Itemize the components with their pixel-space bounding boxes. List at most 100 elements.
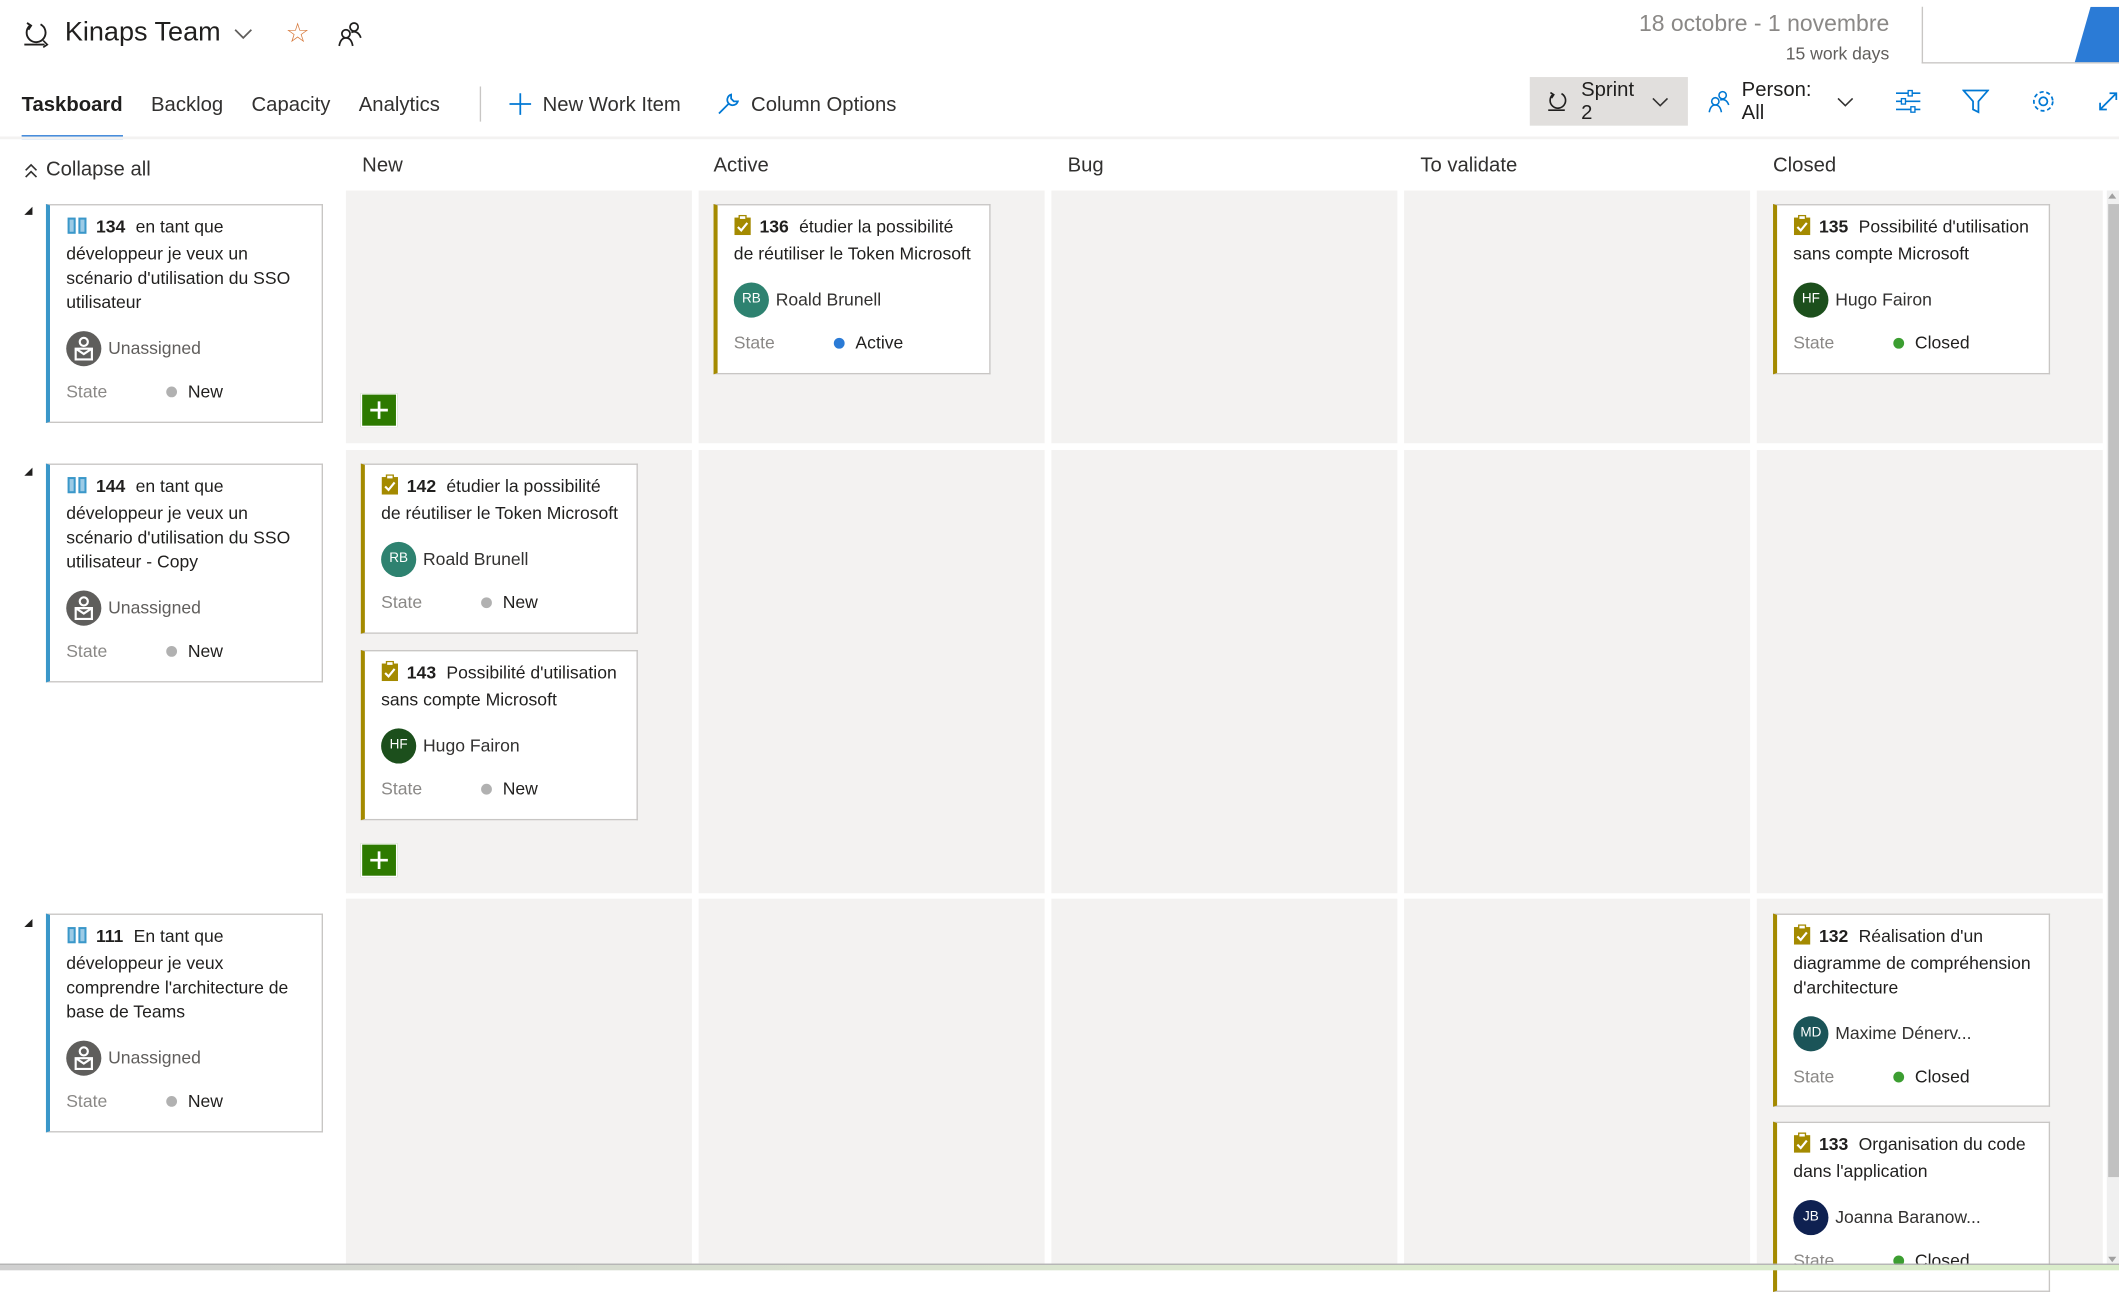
tab-taskboard[interactable]: Taskboard [21,89,123,139]
assignee[interactable]: Unassigned [66,1040,308,1076]
cell-row2-active [698,450,1045,894]
column-options-button[interactable]: Column Options [716,92,896,116]
state-label: State [1793,1066,1835,1087]
task-card[interactable]: 132 Réalisation d'un diagramme de compré… [1773,913,2051,1107]
state-new-dot-icon [166,1095,178,1107]
task-card[interactable]: 143 Possibilité d'utilisation sans compt… [360,650,638,821]
story-card[interactable]: 111 En tant que développeur je veux comp… [45,913,323,1133]
tab-analytics[interactable]: Analytics [359,89,440,120]
column-header-closed: Closed [1773,154,1837,178]
horizontal-scrollbar[interactable] [0,1263,2119,1271]
story-card[interactable]: 134 en tant que développeur je veux un s… [45,204,323,423]
add-task-button[interactable] [360,393,398,428]
sprint-label: Sprint 2 [1581,78,1635,125]
team-members-icon[interactable] [337,20,364,47]
chevron-down-icon[interactable] [234,26,253,40]
work-item-id: 136 [759,216,789,237]
filter-icon[interactable] [1962,89,1990,114]
work-item-id: 111 [95,925,124,946]
cell-row1-new [345,190,692,444]
unassigned-avatar-icon [66,331,102,367]
user-story-book-icon [66,476,88,502]
assignee[interactable]: RB Roald Brunell [733,282,976,318]
state-new-dot-icon [481,783,492,795]
state-field[interactable]: State New [66,639,308,663]
burndown-mini-chart[interactable] [1921,6,2119,64]
column-header-to-validate: To validate [1420,154,1518,178]
add-task-button[interactable] [360,843,398,878]
state-label: State [1793,332,1835,353]
story-card[interactable]: 144 en tant que développeur je veux un s… [45,463,323,683]
card-title: 142 étudier la possibilité de réutiliser… [381,474,623,525]
assignee-name: Hugo Fairon [422,735,520,756]
state-value: New [187,381,224,402]
assignee[interactable]: JB Joanna Baranow... [1793,1200,2035,1236]
cell-row1-bug [1051,190,1398,444]
sprint-picker[interactable]: Sprint 2 [1529,77,1688,126]
sprint-cycle-icon [1546,89,1570,113]
state-value: New [187,640,224,661]
state-field[interactable]: State New [381,777,623,801]
state-field[interactable]: State New [66,380,308,404]
person-filter[interactable]: Person: All [1707,78,1855,124]
avatar: HF [1793,282,1829,318]
fullscreen-expand-icon[interactable] [2097,91,2119,113]
task-card[interactable]: 135 Possibilité d'utilisation sans compt… [1773,204,2051,375]
view-options-icon[interactable] [1895,89,1922,113]
state-closed-dot-icon [1893,337,1905,349]
row-collapse-toggle[interactable] [24,467,33,476]
card-title: 144 en tant que développeur je veux un s… [66,474,308,574]
assignee[interactable]: HF Hugo Fairon [381,728,623,764]
tab-backlog[interactable]: Backlog [151,89,223,120]
favorite-star-icon[interactable]: ☆ [286,16,310,50]
team-name[interactable]: Kinaps Team [65,18,221,49]
avatar: HF [381,728,417,764]
assignee[interactable]: Unassigned [66,331,308,367]
work-item-id: 132 [1818,925,1849,946]
unassigned-avatar-icon [66,590,102,626]
plus-icon [370,401,388,419]
state-field[interactable]: State Active [734,331,976,355]
scrollbar-thumb[interactable] [2108,204,2119,1178]
assignee-name: Unassigned [108,337,201,359]
scroll-up-arrow-icon[interactable] [2108,193,2117,199]
card-title: 134 en tant que développeur je veux un s… [66,215,308,315]
plus-icon [507,92,531,116]
state-field[interactable]: State Closed [1793,1065,2035,1089]
assignee[interactable]: MD Maxime Dénerv... [1793,1016,2035,1052]
new-work-item-button[interactable]: New Work Item [507,92,681,116]
work-item-id: 134 [95,216,126,237]
column-header-new: New [362,154,403,178]
cell-row2-bug [1051,450,1398,894]
task-clipboard-icon [1793,1132,1811,1159]
new-work-item-label: New Work Item [542,92,681,116]
cell-row3-new [345,898,692,1264]
row-collapse-toggle[interactable] [24,206,33,215]
tab-capacity[interactable]: Capacity [252,89,331,120]
cell-row3-to-validate [1404,898,1751,1264]
collapse-all-button[interactable]: Collapse all [24,158,151,181]
task-clipboard-icon [1793,924,1811,951]
state-value: Closed [1914,332,1970,353]
state-field[interactable]: State Closed [1793,331,2035,355]
scroll-down-arrow-icon[interactable] [2108,1256,2117,1263]
state-field[interactable]: State New [381,591,623,615]
assignee[interactable]: Unassigned [66,590,308,626]
chevron-down-icon [1651,95,1669,107]
state-new-dot-icon [166,645,178,657]
vertical-scrollbar[interactable] [2106,190,2119,1265]
state-value: New [502,778,538,799]
task-card[interactable]: 142 étudier la possibilité de réutiliser… [360,463,638,634]
row-collapse-toggle[interactable] [24,918,33,928]
task-clipboard-icon [381,474,399,501]
assignee[interactable]: RB Roald Brunell [381,541,623,578]
assignee[interactable]: HF Hugo Fairon [1793,282,2035,318]
sprint-dates: 18 octobre - 1 novembre 15 work days [1639,11,1889,64]
state-field[interactable]: State New [66,1089,308,1113]
team-header: Kinaps Team ☆ [22,16,364,50]
settings-gear-icon[interactable] [2030,88,2057,115]
double-chevron-up-icon [24,161,38,177]
task-card[interactable]: 136 étudier la possibilité de réutiliser… [713,204,991,375]
state-label: State [66,381,108,402]
divider [479,86,481,122]
